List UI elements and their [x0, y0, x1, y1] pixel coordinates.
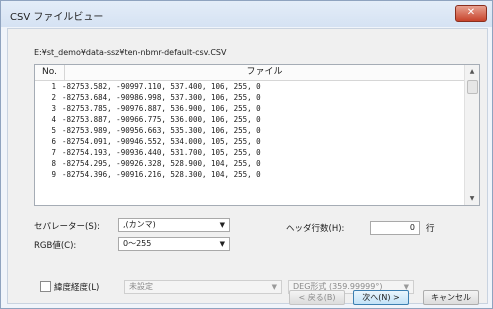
table-row[interactable]: 8 -82754.295, -90926.328, 528.900, 104, 2… — [35, 158, 464, 169]
table-row[interactable]: 2 -82753.684, -90986.998, 537.300, 106, 2… — [35, 92, 464, 103]
header-rows-input[interactable]: 0 — [370, 221, 420, 235]
scroll-up-icon[interactable]: ▲ — [465, 65, 479, 78]
table-row[interactable]: 3 -82753.785, -90976.887, 536.900, 106, 2… — [35, 103, 464, 114]
chevron-down-icon: ▼ — [271, 283, 277, 291]
separator-label: セパレーター(S): — [34, 222, 100, 232]
row-text: -82754.193, -90936.440, 531.700, 105, 25… — [62, 148, 261, 157]
latlon-checkbox[interactable] — [40, 281, 51, 292]
separator-dropdown[interactable]: ,(カンマ) ▼ — [118, 218, 230, 232]
table-header: No. ファイル — [35, 65, 464, 81]
scroll-down-icon[interactable]: ▼ — [465, 192, 479, 205]
datum-value: 未設定 — [129, 282, 153, 291]
title-bar: CSV ファイルビュー ✕ — [1, 1, 492, 27]
table-row[interactable]: 5 -82753.989, -90956.663, 535.300, 106, 2… — [35, 125, 464, 136]
csv-preview-table[interactable]: No. ファイル 1 -82753.582, -90997.110, 537.40… — [34, 64, 480, 206]
table-row[interactable]: 6 -82754.091, -90946.552, 534.000, 105, 2… — [35, 136, 464, 147]
table-body: 1 -82753.582, -90997.110, 537.400, 106, 2… — [35, 81, 464, 180]
chevron-down-icon: ▼ — [219, 221, 225, 229]
row-text: -82754.295, -90926.328, 528.900, 104, 25… — [62, 159, 261, 168]
next-button[interactable]: 次へ(N) > — [353, 290, 409, 305]
row-text: -82753.684, -90986.998, 537.300, 106, 25… — [62, 93, 261, 102]
header-rows-label: ヘッダ行数(H): — [286, 224, 345, 234]
row-number: 8 — [51, 159, 56, 168]
csv-file-view-dialog: CSV ファイルビュー ✕ E:¥st_demo¥data-ssz¥ten-nb… — [0, 0, 493, 309]
row-number: 9 — [51, 170, 56, 179]
column-header-no: No. — [35, 65, 65, 80]
dialog-body: E:¥st_demo¥data-ssz¥ten-nbmr-default-csv… — [7, 28, 488, 304]
datum-dropdown[interactable]: 未設定 ▼ — [124, 280, 282, 294]
row-number: 4 — [51, 115, 56, 124]
column-header-file: ファイル — [246, 67, 283, 77]
rgb-label: RGB値(C): — [34, 241, 77, 251]
chevron-down-icon: ▼ — [219, 240, 225, 248]
table-row[interactable]: 7 -82754.193, -90936.440, 531.700, 105, 2… — [35, 147, 464, 158]
cancel-button[interactable]: キャンセル — [423, 290, 479, 305]
rgb-value: 0～255 — [123, 239, 152, 248]
table-row[interactable]: 1 -82753.582, -90997.110, 537.400, 106, 2… — [35, 81, 464, 92]
rgb-dropdown[interactable]: 0～255 ▼ — [118, 237, 230, 251]
row-number: 7 — [51, 148, 56, 157]
row-number: 1 — [51, 82, 56, 91]
row-text: -82753.887, -90966.775, 536.000, 106, 25… — [62, 115, 261, 124]
row-text: -82753.989, -90956.663, 535.300, 106, 25… — [62, 126, 261, 135]
close-icon: ✕ — [466, 7, 476, 18]
latlon-label: 緯度経度(L) — [54, 283, 100, 293]
close-button[interactable]: ✕ — [455, 5, 487, 22]
header-rows-unit: 行 — [426, 224, 435, 234]
row-text: -82753.785, -90976.887, 536.900, 106, 25… — [62, 104, 261, 113]
row-text: -82753.582, -90997.110, 537.400, 106, 25… — [62, 82, 261, 91]
separator-value: ,(カンマ) — [123, 220, 156, 229]
file-path: E:¥st_demo¥data-ssz¥ten-nbmr-default-csv… — [34, 48, 227, 57]
row-text: -82754.091, -90946.552, 534.000, 105, 25… — [62, 137, 261, 146]
row-number: 5 — [51, 126, 56, 135]
table-row[interactable]: 4 -82753.887, -90966.775, 536.000, 106, 2… — [35, 114, 464, 125]
row-number: 3 — [51, 104, 56, 113]
window-title: CSV ファイルビュー — [10, 12, 104, 23]
back-button[interactable]: < 戻る(B) — [289, 290, 345, 305]
vertical-scrollbar[interactable]: ▲ ▼ — [464, 65, 479, 205]
scrollbar-thumb[interactable] — [467, 80, 478, 94]
row-text: -82754.396, -90916.216, 528.300, 104, 25… — [62, 170, 261, 179]
row-number: 2 — [51, 93, 56, 102]
table-row[interactable]: 9 -82754.396, -90916.216, 528.300, 104, 2… — [35, 169, 464, 180]
row-number: 6 — [51, 137, 56, 146]
